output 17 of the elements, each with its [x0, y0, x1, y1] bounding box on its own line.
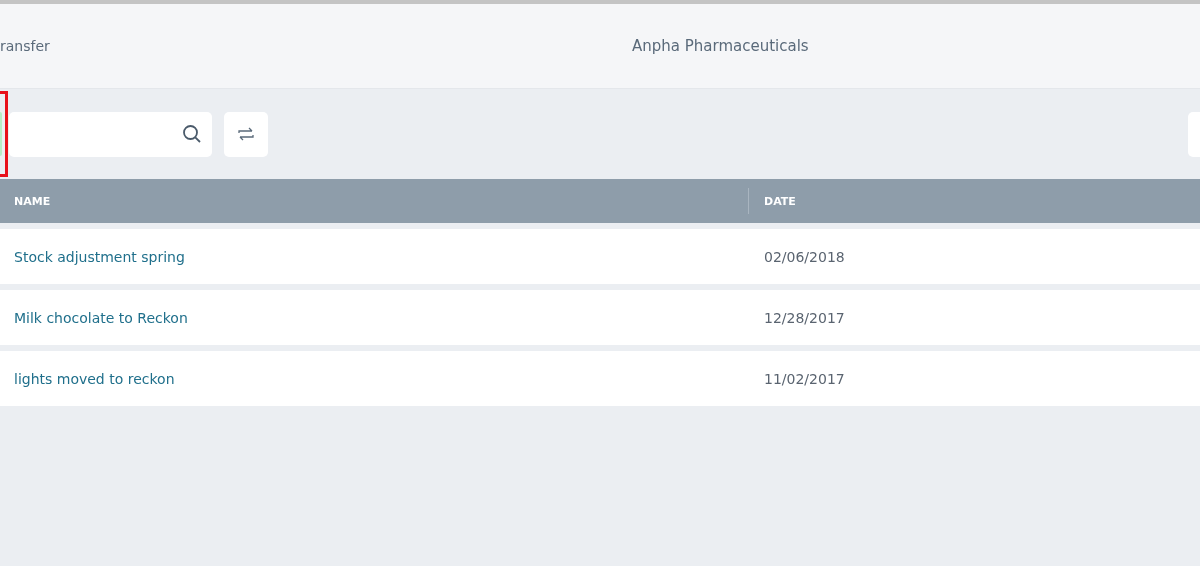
- company-name: Anpha Pharmaceuticals: [632, 37, 809, 55]
- table-row[interactable]: Milk chocolate to Reckon 12/28/2017: [0, 290, 1200, 345]
- search-field[interactable]: [9, 111, 212, 157]
- swap-arrows-icon: [237, 125, 255, 143]
- column-header: DATE: [748, 188, 1200, 214]
- search-icon: [182, 124, 202, 144]
- swap-button[interactable]: [224, 111, 268, 157]
- date-cell-text: 02/06/2018: [763, 248, 846, 265]
- transfer-link[interactable]: Stock adjustment spring: [0, 248, 185, 265]
- transfer-link[interactable]: Milk chocolate to Reckon: [0, 309, 188, 326]
- table-row[interactable]: lights moved to reckon 11/02/2017: [0, 351, 1200, 406]
- transfer-link[interactable]: lights moved to reckon: [0, 370, 175, 387]
- table-row[interactable]: Stock adjustment spring 02/06/2018: [0, 229, 1200, 284]
- date-cell-text: 12/28/2017: [763, 309, 846, 326]
- date-cell-text: 11/02/2017: [763, 370, 846, 387]
- page-title: ransfer: [0, 38, 51, 54]
- column-header: NAME: [13, 194, 52, 208]
